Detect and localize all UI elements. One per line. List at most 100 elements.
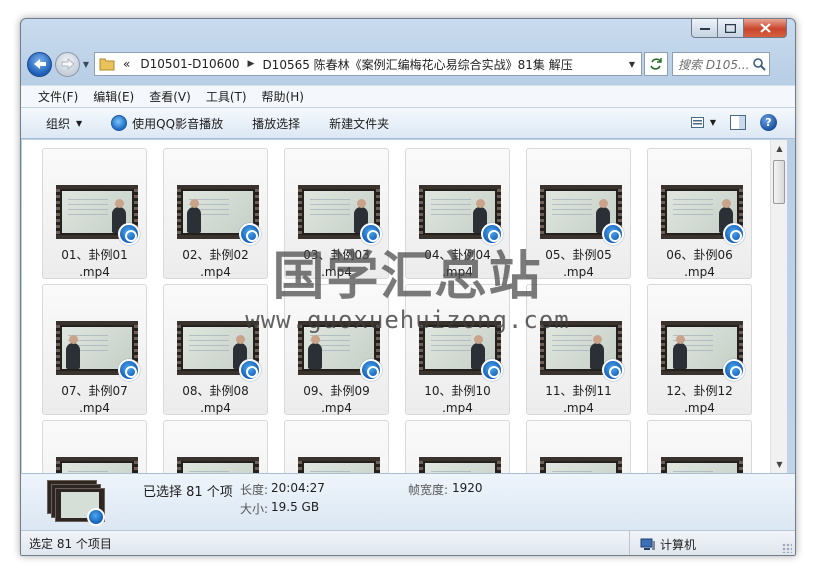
video-thumbnail	[177, 457, 259, 473]
breadcrumb-prefix[interactable]: «	[123, 57, 130, 71]
file-item[interactable]: 03、卦例03 .mp4	[284, 148, 389, 279]
video-badge-icon	[87, 508, 105, 526]
explorer-window: ▼ « D10501-D10600 ▶ D10565 陈春林《案例汇编梅花心易综…	[20, 18, 796, 556]
video-thumbnail	[661, 457, 743, 473]
file-name: 03、卦例03 .mp4	[303, 248, 370, 279]
back-button[interactable]	[27, 51, 52, 77]
file-item[interactable]: 12、卦例12 .mp4	[647, 284, 752, 415]
play-qq-button[interactable]: 使用QQ影音播放	[111, 115, 223, 132]
close-icon	[759, 23, 771, 33]
file-item[interactable]	[284, 420, 389, 473]
help-icon: ?	[760, 114, 777, 131]
menu-bar: 文件(F) 编辑(E) 查看(V) 工具(T) 帮助(H)	[21, 85, 795, 107]
file-item[interactable]: 08、卦例08 .mp4	[163, 284, 268, 415]
resize-grip-icon[interactable]	[782, 543, 792, 553]
video-badge-icon	[723, 359, 745, 381]
file-name: 06、卦例06 .mp4	[666, 248, 733, 279]
view-options-button[interactable]: ▼	[690, 116, 716, 129]
status-text: 选定 81 个项目	[29, 537, 112, 551]
close-button[interactable]	[744, 19, 787, 38]
organize-button[interactable]: 组织 ▼	[46, 115, 82, 132]
breadcrumb-separator-icon[interactable]: ▶	[248, 59, 255, 69]
back-arrow-icon	[33, 59, 46, 69]
file-item[interactable]: 07、卦例07 .mp4	[42, 284, 147, 415]
file-item[interactable]: 06、卦例06 .mp4	[647, 148, 752, 279]
size-label: 大小:	[240, 502, 269, 516]
file-name: 04、卦例04 .mp4	[424, 248, 491, 279]
command-bar: 组织 ▼ 使用QQ影音播放 播放选择 新建文件夹 ▼ ?	[21, 107, 795, 139]
file-item[interactable]: 11、卦例11 .mp4	[526, 284, 631, 415]
chevron-down-icon: ▼	[76, 118, 83, 128]
frame-width-value: 1920	[452, 481, 483, 495]
file-name: 02、卦例02 .mp4	[182, 248, 249, 279]
menu-file[interactable]: 文件(F)	[38, 88, 78, 105]
video-thumbnail	[56, 457, 138, 473]
view-chevron-icon: ▼	[709, 118, 716, 127]
breadcrumb-item-parent[interactable]: D10501-D10600	[140, 57, 239, 71]
view-icon	[690, 116, 704, 128]
file-name: 10、卦例10 .mp4	[424, 384, 491, 415]
details-pane: 已选择 81 个项 长度: 20:04:27 大小: 19.5 GB 帧宽度: …	[21, 473, 795, 530]
video-thumbnail	[298, 457, 380, 473]
file-item[interactable]: 04、卦例04 .mp4	[405, 148, 510, 279]
file-item[interactable]: 05、卦例05 .mp4	[526, 148, 631, 279]
file-item[interactable]: 02、卦例02 .mp4	[163, 148, 268, 279]
file-item[interactable]: 10、卦例10 .mp4	[405, 284, 510, 415]
selected-count: 已选择 81 个项	[143, 485, 233, 500]
playlist-button[interactable]: 播放选择	[252, 115, 300, 132]
preview-pane-icon	[730, 115, 746, 130]
minimize-button[interactable]	[691, 19, 718, 38]
breadcrumb-item-current[interactable]: D10565 陈春林《案例汇编梅花心易综合实战》81集 解压	[262, 56, 572, 73]
video-badge-icon	[723, 223, 745, 245]
help-button[interactable]: ?	[760, 114, 777, 131]
file-name: 09、卦例09 .mp4	[303, 384, 370, 415]
caption-buttons	[691, 19, 787, 38]
new-folder-button[interactable]: 新建文件夹	[329, 115, 389, 132]
forward-button[interactable]	[55, 51, 80, 77]
folder-icon	[99, 58, 115, 71]
new-folder-label: 新建文件夹	[329, 116, 390, 131]
playlist-label: 播放选择	[252, 116, 301, 131]
maximize-button[interactable]	[718, 19, 744, 38]
preview-pane-button[interactable]	[730, 115, 746, 130]
file-view[interactable]: 01、卦例01 .mp4 02、卦例02 .mp4 03、卦例03 .mp4 04、卦例04…	[22, 140, 787, 473]
toolbar-right: ▼ ?	[677, 114, 777, 131]
video-badge-icon	[118, 359, 140, 381]
search-input[interactable]: 搜索 D105...	[672, 52, 770, 76]
address-dropdown[interactable]: ▼	[623, 60, 641, 69]
menu-view[interactable]: 查看(V)	[149, 88, 191, 105]
file-item[interactable]	[42, 420, 147, 473]
file-item[interactable]	[647, 420, 752, 473]
scroll-down-icon[interactable]: ▼	[771, 456, 787, 473]
video-badge-icon	[239, 359, 261, 381]
file-name: 12、卦例12 .mp4	[666, 384, 733, 415]
video-badge-icon	[360, 223, 382, 245]
menu-tools[interactable]: 工具(T)	[206, 88, 247, 105]
size-value: 19.5 GB	[271, 500, 320, 514]
maximize-icon	[725, 23, 736, 33]
refresh-button[interactable]	[644, 52, 668, 76]
history-dropdown[interactable]: ▼	[80, 52, 92, 77]
file-name: 07、卦例07 .mp4	[61, 384, 128, 415]
file-item[interactable]	[526, 420, 631, 473]
file-name: 11、卦例11 .mp4	[545, 384, 612, 415]
length-value: 20:04:27	[271, 481, 325, 495]
scroll-up-icon[interactable]: ▲	[771, 140, 787, 157]
vertical-scrollbar[interactable]: ▲ ▼	[770, 140, 787, 473]
navigation-bar: ▼ « D10501-D10600 ▶ D10565 陈春林《案例汇编梅花心易综…	[27, 49, 789, 79]
menu-help[interactable]: 帮助(H)	[262, 88, 304, 105]
qq-player-icon	[111, 115, 128, 131]
file-item[interactable]: 09、卦例09 .mp4	[284, 284, 389, 415]
file-item[interactable]	[163, 420, 268, 473]
address-bar[interactable]: « D10501-D10600 ▶ D10565 陈春林《案例汇编梅花心易综合实…	[94, 52, 642, 76]
selection-thumbnail	[47, 480, 105, 526]
scrollbar-thumb[interactable]	[773, 160, 785, 204]
organize-label: 组织	[46, 116, 71, 131]
video-badge-icon	[118, 223, 140, 245]
play-qq-label: 使用QQ影音播放	[132, 116, 224, 131]
menu-edit[interactable]: 编辑(E)	[93, 88, 134, 105]
file-item[interactable]: 01、卦例01 .mp4	[42, 148, 147, 279]
refresh-icon	[650, 58, 662, 70]
video-badge-icon	[602, 223, 624, 245]
file-item[interactable]	[405, 420, 510, 473]
